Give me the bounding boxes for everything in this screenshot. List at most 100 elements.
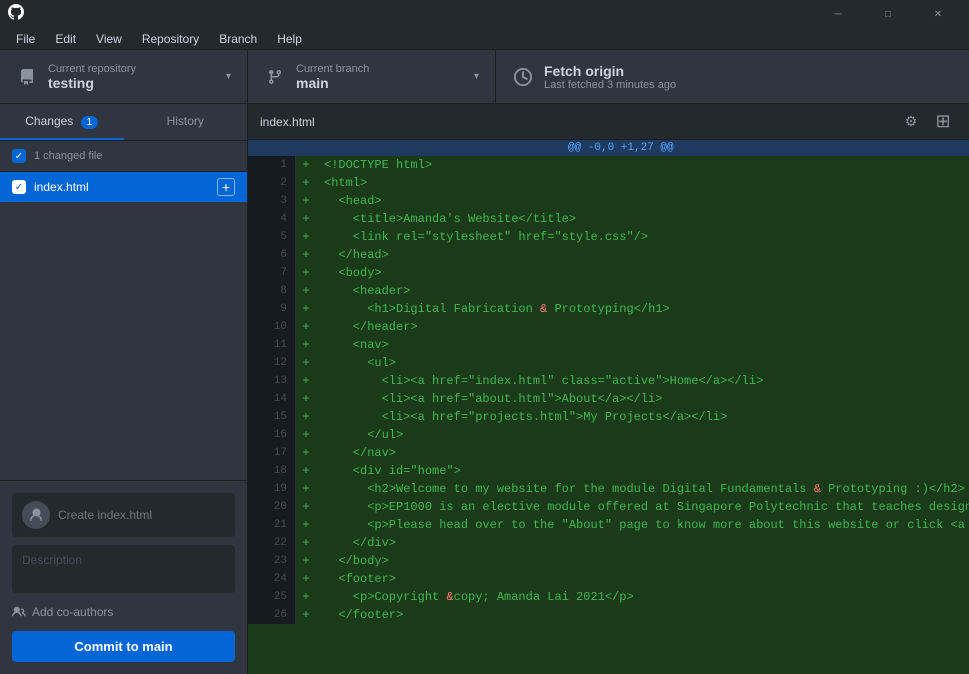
diff-line: 23+ </body> (248, 552, 969, 570)
line-marker: + (296, 516, 316, 534)
line-content: </footer> (316, 606, 969, 624)
line-number: 26 (248, 606, 296, 624)
settings-icon[interactable]: ⚙ (897, 110, 925, 134)
repo-selector[interactable]: Current repository testing ▾ (0, 50, 248, 103)
diff-line: 14+ <li><a href="about.html">About</a></… (248, 390, 969, 408)
tab-changes[interactable]: Changes 1 (0, 104, 124, 140)
add-coauthor-button[interactable]: Add co-authors (12, 601, 235, 623)
menu-branch[interactable]: Branch (211, 30, 265, 48)
line-marker: + (296, 408, 316, 426)
line-content: </header> (316, 318, 969, 336)
commit-summary-input[interactable] (58, 508, 225, 522)
line-content: </nav> (316, 444, 969, 462)
avatar (22, 501, 50, 529)
line-content: <nav> (316, 336, 969, 354)
line-content: <ul> (316, 354, 969, 372)
line-marker: + (296, 210, 316, 228)
repo-text: Current repository testing (48, 63, 136, 91)
line-number: 12 (248, 354, 296, 372)
line-number: 13 (248, 372, 296, 390)
diff-line: 5+ <link rel="stylesheet" href="style.cs… (248, 228, 969, 246)
line-number: 17 (248, 444, 296, 462)
line-marker: + (296, 300, 316, 318)
maximize-button[interactable]: □ (865, 0, 911, 28)
branch-caret-icon: ▾ (474, 71, 479, 82)
file-stage-icon[interactable]: + (217, 178, 235, 196)
diff-line: 1+<!DOCTYPE html> (248, 156, 969, 174)
line-marker: + (296, 444, 316, 462)
line-content: </div> (316, 534, 969, 552)
line-marker: + (296, 426, 316, 444)
line-marker: + (296, 246, 316, 264)
line-number: 6 (248, 246, 296, 264)
commit-description-area[interactable]: Description (12, 545, 235, 593)
line-marker: + (296, 354, 316, 372)
line-number: 4 (248, 210, 296, 228)
toolbar: Current repository testing ▾ Current bra… (0, 50, 969, 104)
fetch-icon (512, 66, 534, 88)
diff-hunk-header: @@ -0,0 +1,27 @@ (248, 140, 969, 156)
editor-header-actions: ⚙ ⊞ (897, 110, 957, 134)
diff-line: 17+ </nav> (248, 444, 969, 462)
repo-caret-icon: ▾ (226, 71, 231, 82)
diff-line: 26+ </footer> (248, 606, 969, 624)
line-content: <li><a href="about.html">About</a></li> (316, 390, 969, 408)
diff-line: 11+ <nav> (248, 336, 969, 354)
line-number: 21 (248, 516, 296, 534)
branch-value: main (296, 75, 369, 91)
line-number: 18 (248, 462, 296, 480)
titlebar: ─ □ ✕ (0, 0, 969, 28)
diff-line: 10+ </header> (248, 318, 969, 336)
line-number: 23 (248, 552, 296, 570)
commit-button[interactable]: Commit to main (12, 631, 235, 662)
line-content: <h2>Welcome to my website for the module… (316, 480, 969, 498)
select-all-checkbox[interactable] (12, 149, 26, 163)
line-content: <body> (316, 264, 969, 282)
titlebar-controls: ─ □ ✕ (815, 0, 961, 28)
line-content: <p>Copyright &copy; Amanda Lai 2021</p> (316, 588, 969, 606)
line-marker: + (296, 372, 316, 390)
line-marker: + (296, 462, 316, 480)
branch-text: Current branch main (296, 63, 369, 91)
branch-selector[interactable]: Current branch main ▾ (248, 50, 496, 103)
line-number: 3 (248, 192, 296, 210)
tab-history[interactable]: History (124, 104, 248, 140)
line-number: 9 (248, 300, 296, 318)
menu-view[interactable]: View (88, 30, 130, 48)
diff-line: 18+ <div id="home"> (248, 462, 969, 480)
branch-label: Current branch (296, 63, 369, 75)
line-content: <li><a href="projects.html">My Projects<… (316, 408, 969, 426)
fetch-sublabel: Last fetched 3 minutes ago (544, 79, 676, 91)
diff-view[interactable]: @@ -0,0 +1,27 @@ 1+<!DOCTYPE html>2+<htm… (248, 140, 969, 674)
line-number: 16 (248, 426, 296, 444)
line-content: <html> (316, 174, 969, 192)
line-content: <head> (316, 192, 969, 210)
line-marker: + (296, 174, 316, 192)
menu-file[interactable]: File (8, 30, 43, 48)
menu-repository[interactable]: Repository (134, 30, 207, 48)
main-content: Changes 1 History 1 changed file index.h… (0, 104, 969, 674)
file-item-index-html[interactable]: index.html + (0, 172, 247, 202)
line-number: 8 (248, 282, 296, 300)
changed-files-count: 1 changed file (34, 150, 103, 162)
line-marker: + (296, 534, 316, 552)
diff-line: 22+ </div> (248, 534, 969, 552)
line-number: 11 (248, 336, 296, 354)
line-content: </ul> (316, 426, 969, 444)
diff-line: 6+ </head> (248, 246, 969, 264)
diff-line: 3+ <head> (248, 192, 969, 210)
menu-help[interactable]: Help (269, 30, 310, 48)
line-number: 22 (248, 534, 296, 552)
line-number: 10 (248, 318, 296, 336)
line-content: <p>EP1000 is an elective module offered … (316, 498, 969, 516)
expand-icon[interactable]: ⊞ (929, 110, 957, 134)
fetch-origin-button[interactable]: Fetch origin Last fetched 3 minutes ago (496, 50, 969, 103)
file-checkbox[interactable] (12, 180, 26, 194)
line-marker: + (296, 552, 316, 570)
diff-lines: 1+<!DOCTYPE html>2+<html>3+ <head>4+ <ti… (248, 156, 969, 624)
line-marker: + (296, 390, 316, 408)
diff-line: 25+ <p>Copyright &copy; Amanda Lai 2021<… (248, 588, 969, 606)
close-button[interactable]: ✕ (915, 0, 961, 28)
menu-edit[interactable]: Edit (47, 30, 84, 48)
minimize-button[interactable]: ─ (815, 0, 861, 28)
